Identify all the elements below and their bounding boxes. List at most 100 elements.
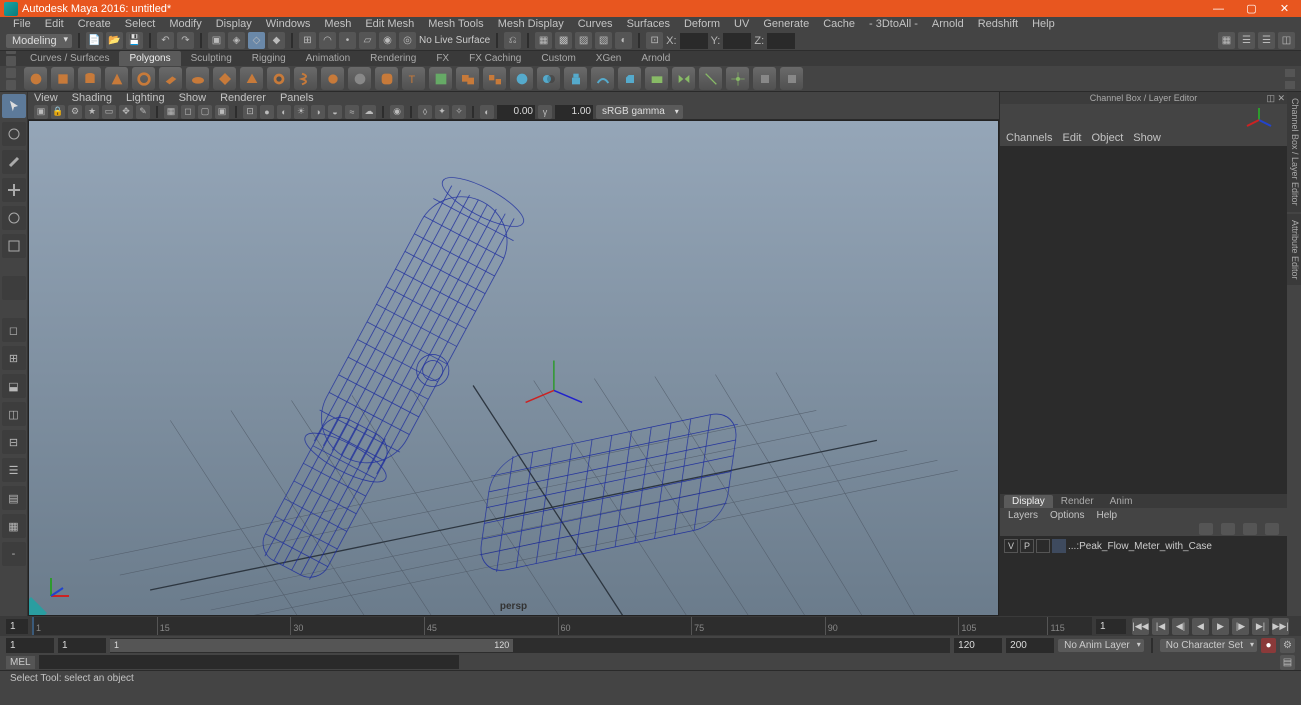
smooth-shade-icon[interactable]: ● — [260, 105, 274, 119]
shelf-nav-left-icon[interactable] — [6, 68, 16, 78]
anim-end-field[interactable] — [954, 638, 1002, 653]
layer-visibility-toggle[interactable]: V — [1004, 539, 1018, 553]
menu-meshdisplay[interactable]: Mesh Display — [491, 18, 571, 30]
menu-cache[interactable]: Cache — [816, 18, 862, 30]
poly-platonic-icon[interactable] — [213, 67, 236, 90]
poly-multicut-icon[interactable] — [699, 67, 722, 90]
poly-mirror-icon[interactable] — [672, 67, 695, 90]
render-region-icon[interactable]: ◐ — [615, 32, 632, 49]
open-scene-icon[interactable]: 📂 — [106, 32, 123, 49]
step-back-frame-icon[interactable]: ◀| — [1172, 618, 1189, 635]
construction-history-icon[interactable]: ⎌ — [504, 32, 521, 49]
render-icon[interactable]: ▦ — [535, 32, 552, 49]
time-slider[interactable]: 1153045607590105115120 |◀◀ |◀ ◀| ◀ ▶ |▶ … — [0, 616, 1301, 636]
auto-key-icon[interactable]: ● — [1261, 638, 1276, 653]
layer-row[interactable]: V P ...:Peak_Flow_Meter_with_Case — [1002, 538, 1285, 554]
select-by-object-icon[interactable]: ◈ — [228, 32, 245, 49]
menu-generate[interactable]: Generate — [756, 18, 816, 30]
ao-icon[interactable]: ◒ — [328, 105, 342, 119]
cb-menu-show[interactable]: Show — [1133, 132, 1161, 144]
snap-point-icon[interactable]: • — [339, 32, 356, 49]
poly-tool-2-icon[interactable] — [780, 67, 803, 90]
grease-pencil-icon[interactable]: ✎ — [136, 105, 150, 119]
channelbox-undock-icon[interactable]: ◫ ✕ — [1266, 93, 1285, 104]
menu-3dtoall[interactable]: - 3DtoAll - — [862, 18, 925, 30]
play-forwards-icon[interactable]: ▶ — [1212, 618, 1229, 635]
layer-move-down-icon[interactable] — [1221, 523, 1235, 535]
select-by-type-icon[interactable]: ◆ — [268, 32, 285, 49]
menu-meshtools[interactable]: Mesh Tools — [421, 18, 490, 30]
paint-tool-icon[interactable] — [2, 150, 26, 174]
poly-bevel-icon[interactable] — [618, 67, 641, 90]
layer-tab-display[interactable]: Display — [1004, 495, 1053, 508]
panel-menu-show[interactable]: Show — [179, 92, 207, 104]
menu-deform[interactable]: Deform — [677, 18, 727, 30]
step-forward-frame-icon[interactable]: |▶ — [1232, 618, 1249, 635]
snap-grid-icon[interactable]: ⊞ — [299, 32, 316, 49]
xray-comp-icon[interactable]: ✧ — [452, 105, 466, 119]
poly-cone-icon[interactable] — [105, 67, 128, 90]
shadows-icon[interactable]: ◑ — [311, 105, 325, 119]
camera-attr-icon[interactable]: ⚙ — [68, 105, 82, 119]
xray-joints-icon[interactable]: ✦ — [435, 105, 449, 119]
shelf-tab-custom[interactable]: Custom — [531, 51, 585, 66]
coord-z-field[interactable] — [767, 33, 795, 49]
hardware-fog-icon[interactable]: ☁ — [362, 105, 376, 119]
render-globals-icon[interactable]: ▨ — [575, 32, 592, 49]
motion-blur-icon[interactable]: ≈ — [345, 105, 359, 119]
gate-mask-icon[interactable]: ▣ — [215, 105, 229, 119]
anim-layer-combo[interactable]: No Anim Layer — [1058, 639, 1144, 652]
ui-element-toggle-2[interactable]: ☰ — [1238, 32, 1255, 49]
menu-file[interactable]: File — [6, 18, 38, 30]
poly-svg-icon[interactable] — [429, 67, 452, 90]
exposure-field[interactable] — [497, 105, 535, 119]
shelf-tab-rigging[interactable]: Rigging — [242, 51, 296, 66]
gamma-icon[interactable]: γ — [538, 105, 552, 119]
cb-menu-channels[interactable]: Channels — [1006, 132, 1052, 144]
poly-combine-icon[interactable] — [456, 67, 479, 90]
use-all-lights-icon[interactable]: ☀ — [294, 105, 308, 119]
shelf-tab-fxcaching[interactable]: FX Caching — [459, 51, 531, 66]
poly-cube-icon[interactable] — [51, 67, 74, 90]
xray-icon[interactable]: ◊ — [418, 105, 432, 119]
go-to-start-icon[interactable]: |◀◀ — [1132, 618, 1149, 635]
poly-superellipse-icon[interactable] — [375, 67, 398, 90]
layer-tab-render[interactable]: Render — [1053, 495, 1102, 508]
shelf-tab-polygons[interactable]: Polygons — [119, 51, 180, 66]
make-live-icon[interactable]: ◎ — [399, 32, 416, 49]
poly-bridge-icon[interactable] — [591, 67, 614, 90]
select-by-hierarchy-icon[interactable]: ▣ — [208, 32, 225, 49]
layer-new-selected-icon[interactable] — [1265, 523, 1279, 535]
panel-menu-panels[interactable]: Panels — [280, 92, 314, 104]
panel-menu-lighting[interactable]: Lighting — [126, 92, 165, 104]
menu-windows[interactable]: Windows — [259, 18, 318, 30]
select-camera-icon[interactable]: ▣ — [34, 105, 48, 119]
textured-icon[interactable]: ◐ — [277, 105, 291, 119]
render-view-icon[interactable]: ▧ — [595, 32, 612, 49]
lock-camera-icon[interactable]: 🔒 — [51, 105, 65, 119]
side-tab-channelbox[interactable]: Channel Box / Layer Editor — [1287, 92, 1301, 212]
poly-plane-icon[interactable] — [159, 67, 182, 90]
layout-two-h-icon[interactable]: ⬓ — [2, 374, 26, 398]
coord-x-field[interactable] — [680, 33, 708, 49]
playback-start-field[interactable] — [6, 638, 54, 653]
resolution-gate-icon[interactable]: ▢ — [198, 105, 212, 119]
snap-plane-icon[interactable]: ▱ — [359, 32, 376, 49]
shelf-tab-animation[interactable]: Animation — [296, 51, 360, 66]
layout-three-icon[interactable]: ⊟ — [2, 430, 26, 454]
last-tool-icon[interactable] — [2, 276, 26, 300]
current-frame-end-field[interactable] — [1096, 619, 1126, 634]
panel-menu-renderer[interactable]: Renderer — [220, 92, 266, 104]
poly-helix-icon[interactable] — [294, 67, 317, 90]
2d-pan-icon[interactable]: ✥ — [119, 105, 133, 119]
step-back-key-icon[interactable]: |◀ — [1152, 618, 1169, 635]
layer-menu-help[interactable]: Help — [1096, 510, 1117, 521]
lasso-tool-icon[interactable] — [2, 122, 26, 146]
character-set-combo[interactable]: No Character Set — [1160, 639, 1257, 652]
isolate-select-icon[interactable]: ◉ — [390, 105, 404, 119]
anim-start-field[interactable] — [58, 638, 106, 653]
layout-persp-icon[interactable]: ▤ — [2, 486, 26, 510]
shelf-tab-curves[interactable]: Curves / Surfaces — [20, 51, 119, 66]
view-transform-combo[interactable]: sRGB gamma — [596, 105, 683, 119]
layer-menu-options[interactable]: Options — [1050, 510, 1084, 521]
